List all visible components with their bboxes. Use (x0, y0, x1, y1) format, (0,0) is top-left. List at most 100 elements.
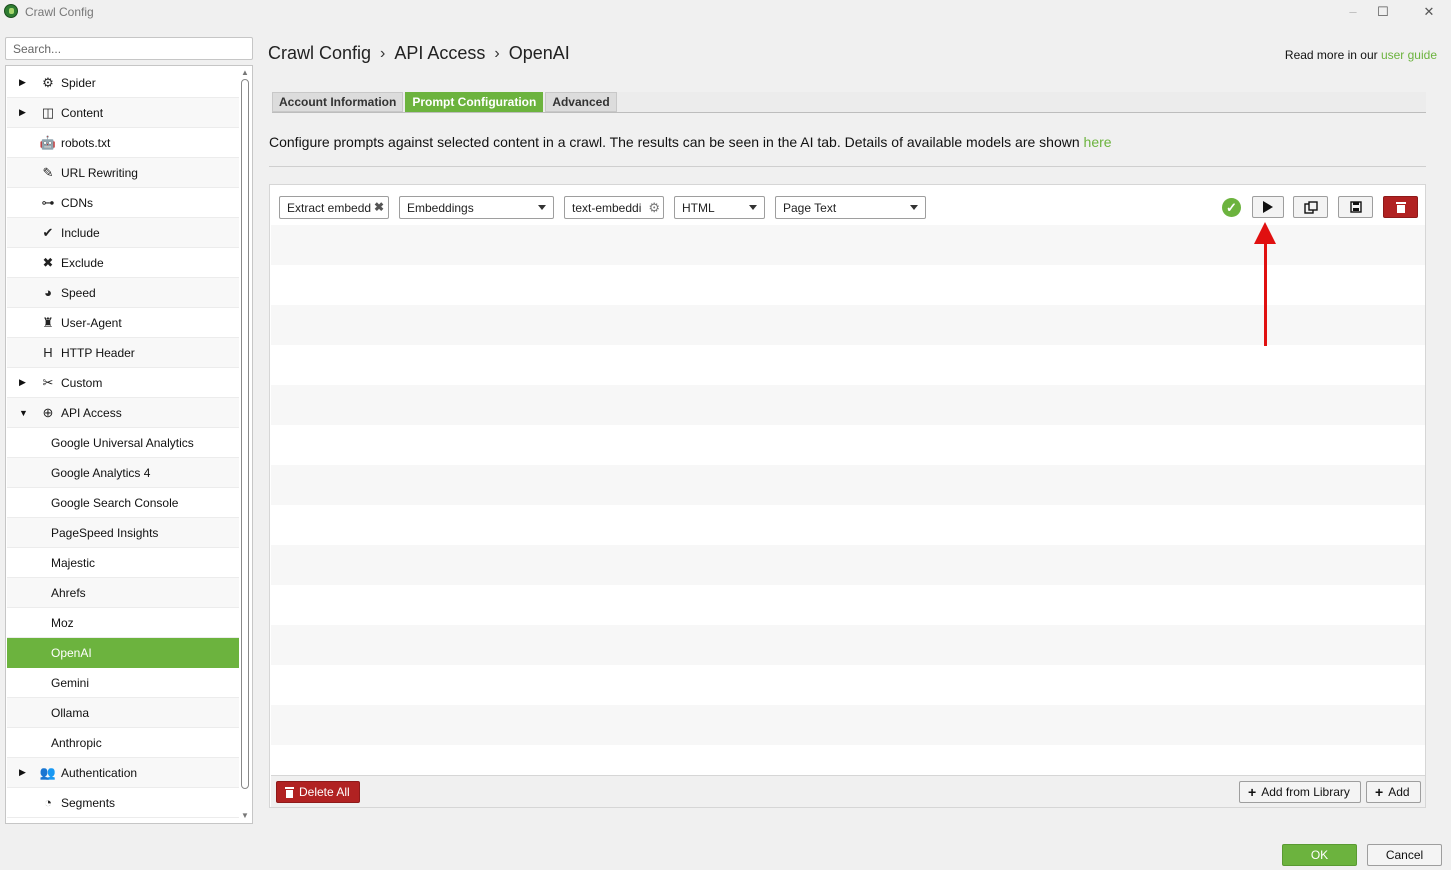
prompt-row: Extract embedd ✖ Embeddings text-embeddi… (271, 185, 1425, 225)
network-icon: ⊶ (41, 194, 55, 210)
sidebar-item-google-universal-analytics[interactable]: Google Universal Analytics (7, 428, 239, 458)
annotation-arrow-line (1264, 238, 1267, 346)
chevron-down-icon (538, 205, 546, 210)
sidebar-item-label: Speed (61, 285, 96, 300)
sidebar-item-custom[interactable]: ▶ ✂ Custom (7, 368, 239, 398)
sidebar-item-ahrefs[interactable]: Ahrefs (7, 578, 239, 608)
sidebar-item-label: robots.txt (61, 135, 111, 150)
search-input[interactable] (5, 37, 253, 60)
scroll-down-icon[interactable]: ▼ (241, 811, 249, 820)
run-prompt-button[interactable] (1252, 196, 1284, 218)
sidebar-item-google-analytics-4[interactable]: Google Analytics 4 (7, 458, 239, 488)
sidebar-item-openai[interactable]: OpenAI (7, 638, 239, 668)
close-button[interactable]: ✕ (1414, 2, 1444, 22)
prompt-name-value: Extract embedd (287, 201, 372, 215)
sidebar-item-include[interactable]: ✔ Include (7, 218, 239, 248)
chevron-down-icon (749, 205, 757, 210)
globe-icon: ⊕ (42, 404, 54, 420)
collapsed-arrow-icon[interactable]: ▶ (19, 767, 27, 778)
sidebar-item-authentication[interactable]: ▶ 👥 Authentication (7, 758, 239, 788)
cancel-button[interactable]: Cancel (1367, 844, 1442, 866)
trash-icon (285, 786, 294, 798)
sidebar-item-label: Content (61, 105, 104, 120)
scroll-up-icon[interactable]: ▲ (241, 68, 249, 77)
tab-advanced[interactable]: Advanced (545, 92, 617, 112)
copy-icon (1303, 200, 1318, 214)
collapsed-arrow-icon[interactable]: ▶ (19, 107, 27, 118)
models-here-link[interactable]: here (1084, 134, 1112, 150)
sidebar-item-user-agent[interactable]: ♜ User-Agent (7, 308, 239, 338)
tab-prompt-configuration[interactable]: Prompt Configuration (405, 92, 544, 112)
content-type-value: Page Text (783, 201, 837, 215)
save-icon (1349, 201, 1362, 213)
tools-icon: ✂ (42, 374, 54, 390)
breadcrumb: Crawl Config › API Access › OpenAI (268, 43, 570, 64)
app-logo-icon (4, 4, 18, 18)
tab-account-information[interactable]: Account Information (272, 92, 404, 112)
save-to-library-button[interactable] (1338, 196, 1373, 218)
minimize-button[interactable]: – (1338, 2, 1368, 22)
sidebar-item-speed[interactable]: ◕ Speed (7, 278, 239, 308)
maximize-button[interactable]: ☐ (1368, 2, 1398, 22)
duplicate-button[interactable] (1293, 196, 1328, 218)
model-field[interactable]: text-embeddi ⚙ (564, 196, 664, 219)
empty-prompt-row (271, 305, 1425, 345)
sidebar-item-segments[interactable]: ◔ Segments (7, 788, 239, 818)
sidebar-item-robots-txt[interactable]: 🤖 robots.txt (7, 128, 239, 158)
prompt-name-field[interactable]: Extract embedd ✖ (279, 196, 389, 219)
clear-icon[interactable]: ✖ (374, 200, 384, 214)
expanded-arrow-icon[interactable]: ▼ (19, 408, 28, 418)
sidebar-item-exclude[interactable]: ✖ Exclude (7, 248, 239, 278)
empty-prompt-row (271, 345, 1425, 385)
sidebar-item-label: Segments (61, 795, 116, 810)
plus-icon: + (1248, 784, 1257, 800)
collapsed-arrow-icon[interactable]: ▶ (19, 377, 27, 388)
chevron-down-icon (910, 205, 918, 210)
breadcrumb-api-access[interactable]: API Access (394, 43, 485, 64)
window-title: Crawl Config (25, 5, 94, 19)
sidebar-item-pagespeed-insights[interactable]: PageSpeed Insights (7, 518, 239, 548)
sidebar-item-ollama[interactable]: Ollama (7, 698, 239, 728)
sidebar-item-spider[interactable]: ▶ ⚙ Spider (7, 68, 239, 98)
sidebar-item-content[interactable]: ▶ ◫ Content (7, 98, 239, 128)
empty-prompt-row (271, 225, 1425, 265)
x-circle-icon: ✖ (42, 254, 54, 270)
sidebar-item-http-header[interactable]: H HTTP Header (7, 338, 239, 368)
content-type-select[interactable]: Page Text (775, 196, 926, 219)
read-more-text: Read more in our user guide (1285, 48, 1437, 62)
sidebar-item-majestic[interactable]: Majestic (7, 548, 239, 578)
read-more-prefix: Read more in our (1284, 48, 1381, 62)
heading-icon: H (43, 345, 53, 360)
sidebar-item-label: URL Rewriting (61, 165, 138, 180)
add-label: Add (1388, 785, 1410, 799)
sidebar-item-label: Google Search Console (51, 495, 179, 510)
delete-prompt-button[interactable] (1383, 196, 1418, 218)
sidebar-item-google-search-console[interactable]: Google Search Console (7, 488, 239, 518)
add-button[interactable]: + Add (1366, 781, 1421, 803)
sidebar-item-anthropic[interactable]: Anthropic (7, 728, 239, 758)
prompt-type-select[interactable]: Embeddings (399, 196, 554, 219)
play-icon (1263, 201, 1273, 213)
sidebar-item-api-access[interactable]: ▼ ⊕ API Access (7, 398, 239, 428)
breadcrumb-crawl-config[interactable]: Crawl Config (268, 43, 371, 64)
delete-all-button[interactable]: Delete All (276, 781, 360, 803)
add-from-library-button[interactable]: + Add from Library (1239, 781, 1361, 803)
config-tree: ▲ ▼ ▶ ⚙ Spider ▶ ◫ Content 🤖 robots.txt ✎ URL Rew… (5, 65, 253, 824)
users-lock-icon: 👥 (39, 764, 57, 780)
ok-button[interactable]: OK (1282, 844, 1357, 866)
sidebar-item-url-rewriting[interactable]: ✎ URL Rewriting (7, 158, 239, 188)
sidebar-item-cdns[interactable]: ⊶ CDNs (7, 188, 239, 218)
empty-prompt-row (271, 585, 1425, 625)
empty-prompt-row (271, 665, 1425, 705)
edit-icon: ✎ (42, 164, 54, 180)
content-format-select[interactable]: HTML (674, 196, 765, 219)
tree-scrollbar[interactable]: ▲ ▼ (238, 67, 251, 822)
plus-icon: + (1375, 784, 1384, 800)
collapsed-arrow-icon[interactable]: ▶ (19, 77, 27, 88)
sidebar-item-gemini[interactable]: Gemini (7, 668, 239, 698)
user-guide-link[interactable]: user guide (1381, 48, 1437, 62)
sidebar-item-moz[interactable]: Moz (7, 608, 239, 638)
scroll-thumb[interactable] (241, 79, 249, 789)
gear-icon[interactable]: ⚙ (648, 200, 660, 216)
sidebar-item-label: Google Analytics 4 (51, 465, 151, 480)
